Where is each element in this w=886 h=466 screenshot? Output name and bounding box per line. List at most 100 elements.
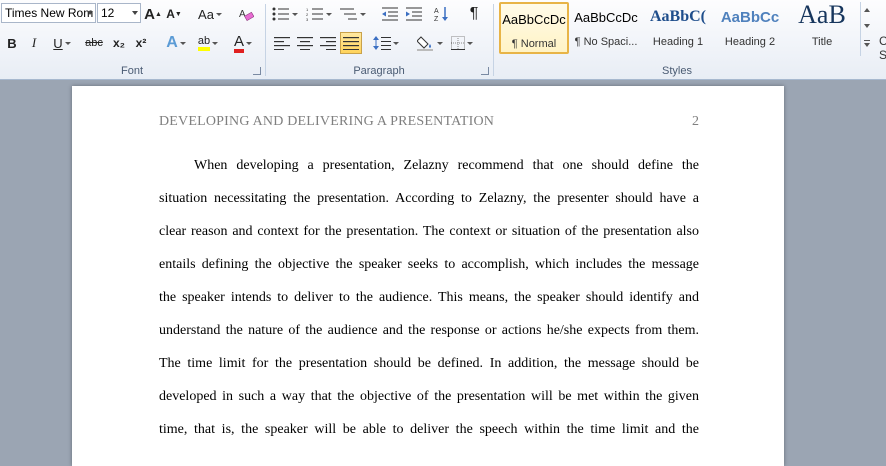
font-name-combo[interactable]: Times New Rom	[1, 3, 96, 23]
text-line: clear reason and context for the present…	[159, 224, 699, 239]
align-right-icon	[320, 36, 336, 50]
subscript-label: x₂	[112, 36, 125, 50]
subscript-button[interactable]: x₂	[109, 33, 129, 53]
chevron-down-icon	[64, 41, 71, 45]
multilevel-list-icon	[340, 8, 357, 20]
bullet-list-icon	[272, 7, 289, 21]
grow-font-button[interactable]: A ▲	[144, 4, 162, 24]
decrease-indent-icon	[382, 7, 398, 21]
italic-button[interactable]: I	[25, 33, 43, 53]
justify-button[interactable]	[340, 32, 362, 54]
style-name: Title	[811, 36, 833, 48]
align-left-button[interactable]	[272, 33, 292, 53]
underline-button[interactable]: U	[48, 33, 76, 53]
text-line: time, that is, the speaker will be able …	[159, 422, 699, 437]
underline-label: U	[53, 35, 63, 51]
chevron-down-icon	[393, 41, 399, 45]
change-case-button[interactable]: Aa	[196, 4, 224, 24]
chevron-down-icon	[179, 41, 186, 45]
shrink-font-button[interactable]: A ▼	[165, 4, 183, 24]
style-no-spacing[interactable]: AaBbCcDc ¶ No Spaci...	[571, 2, 641, 54]
document-body[interactable]: When developing a presentation, Zelazny …	[159, 156, 699, 453]
align-right-button[interactable]	[318, 33, 338, 53]
document-workspace: DEVELOPING AND DELIVERING A PRESENTATION…	[0, 80, 886, 466]
font-color-label: A	[233, 34, 244, 53]
document-page[interactable]: DEVELOPING AND DELIVERING A PRESENTATION…	[72, 86, 784, 466]
style-name: Heading 2	[724, 36, 776, 48]
change-styles-button[interactable]: C S	[879, 34, 886, 62]
show-formatting-button[interactable]: ¶	[464, 4, 484, 24]
style-title[interactable]: AaB Title	[787, 0, 857, 54]
style-normal[interactable]: AaBbCcDc ¶ Normal	[499, 2, 569, 54]
multilevel-list-button[interactable]	[340, 4, 366, 24]
svg-text:3: 3	[306, 17, 309, 21]
paragraph-group-label: Paragraph	[353, 65, 405, 77]
text-line: developed in such a way that the objecti…	[159, 389, 699, 404]
chevron-down-icon	[437, 41, 443, 45]
style-heading-1[interactable]: AaBbC( Heading 1	[643, 2, 713, 54]
eraser-icon: A	[239, 9, 254, 22]
chevron-down-icon	[360, 12, 366, 16]
bullets-button[interactable]	[272, 4, 298, 24]
grow-font-label: A	[144, 5, 155, 23]
more-styles-icon[interactable]	[864, 40, 870, 41]
justify-icon	[343, 36, 359, 50]
text-effects-label: A	[166, 34, 178, 51]
chevron-down-icon[interactable]	[132, 11, 138, 15]
line-spacing-icon	[373, 36, 391, 50]
increase-indent-button[interactable]	[404, 4, 424, 24]
shrink-font-label: A	[166, 7, 175, 21]
highlight-button[interactable]: ab	[194, 33, 222, 53]
chevron-down-icon	[215, 12, 222, 16]
style-name: ¶ Normal	[511, 38, 557, 50]
sort-button[interactable]: AZ	[432, 4, 452, 24]
align-center-icon	[297, 36, 313, 50]
borders-icon	[451, 36, 465, 50]
change-styles-label-2: S	[879, 48, 886, 62]
change-styles-label-1: C	[879, 34, 886, 48]
text-effects-button[interactable]: A	[163, 33, 189, 53]
style-sample: AaB	[798, 0, 846, 29]
align-center-button[interactable]	[295, 33, 315, 53]
strikethrough-label: abc	[85, 37, 103, 49]
chevron-down-icon	[212, 41, 219, 45]
font-size-value: 12	[101, 6, 115, 20]
numbered-list-icon: 123	[306, 7, 323, 21]
scroll-down-icon[interactable]	[864, 24, 870, 28]
bold-button[interactable]: B	[3, 33, 21, 53]
style-heading-2[interactable]: AaBbCc Heading 2	[715, 2, 785, 54]
numbering-button[interactable]: 123	[306, 4, 332, 24]
scroll-up-icon[interactable]	[864, 8, 870, 12]
font-size-combo[interactable]: 12	[97, 3, 141, 23]
chevron-down-icon[interactable]	[87, 11, 93, 15]
ribbon: Times New Rom 12 A▲ A▼ Aa A B I U abc	[0, 0, 886, 80]
shading-button[interactable]	[416, 33, 444, 53]
strikethrough-button[interactable]: abc	[82, 33, 106, 53]
bold-label: B	[7, 35, 17, 51]
svg-text:A: A	[434, 8, 439, 15]
svg-text:A: A	[239, 9, 246, 20]
text-line: understand the nature of the audience an…	[159, 323, 699, 338]
italic-label: I	[31, 35, 37, 50]
styles-scroll	[860, 2, 873, 56]
font-color-button[interactable]: A	[228, 33, 258, 53]
styles-group-label: Styles	[662, 65, 692, 77]
style-sample: AaBbCc	[720, 9, 780, 26]
paragraph-dialog-launcher[interactable]	[481, 67, 489, 75]
clear-formatting-button[interactable]: A	[236, 4, 256, 24]
style-name: ¶ No Spaci...	[574, 36, 638, 48]
highlight-label: ab	[197, 35, 211, 51]
font-group-label: Font	[120, 65, 143, 77]
superscript-button[interactable]: x²	[131, 33, 151, 53]
line-spacing-button[interactable]	[372, 33, 400, 53]
font-dialog-launcher[interactable]	[253, 67, 261, 75]
borders-button[interactable]	[448, 33, 476, 53]
decrease-indent-button[interactable]	[380, 4, 400, 24]
paragraph-group: 123 AZ ¶ Paragraph	[266, 0, 492, 79]
chevron-down-icon	[467, 41, 473, 45]
running-header: DEVELOPING AND DELIVERING A PRESENTATION	[159, 114, 495, 129]
style-sample: AaBbCcDc	[574, 10, 638, 25]
text-line: entails defining the objective the speak…	[159, 257, 699, 272]
sort-icon: AZ	[434, 7, 448, 22]
change-case-label: Aa	[198, 6, 214, 22]
